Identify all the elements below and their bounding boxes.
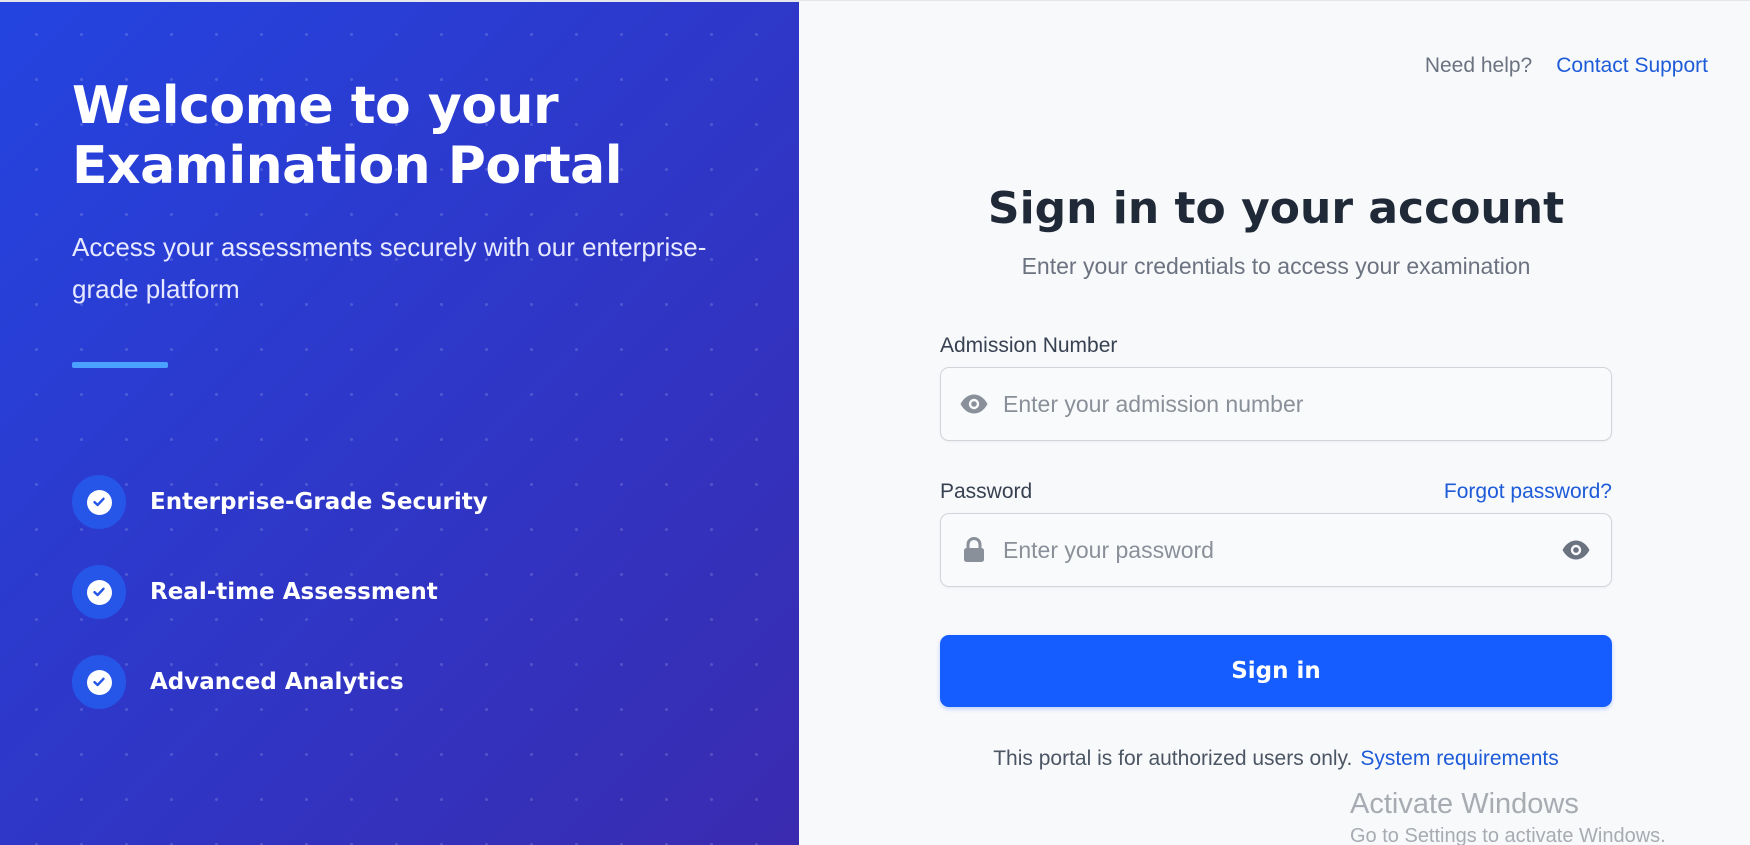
- feature-item: Advanced Analytics: [72, 655, 488, 709]
- admission-number-box: [940, 367, 1612, 441]
- eye-icon: [959, 389, 989, 419]
- check-circle-icon: [86, 489, 112, 515]
- footer-note: This portal is for authorized users only…: [940, 747, 1612, 771]
- feature-badge: [72, 565, 126, 619]
- hero-content: Welcome to your Examination Portal Acces…: [72, 76, 739, 368]
- feature-item: Real-time Assessment: [72, 565, 488, 619]
- feature-label: Advanced Analytics: [150, 669, 404, 695]
- feature-label: Enterprise-Grade Security: [150, 489, 488, 515]
- admission-number-input[interactable]: [989, 368, 1611, 440]
- footer-text: This portal is for authorized users only…: [993, 747, 1353, 770]
- login-page: Welcome to your Examination Portal Acces…: [0, 0, 1750, 845]
- form-panel: Need help? Contact Support Sign in to yo…: [799, 0, 1750, 845]
- feature-item: Enterprise-Grade Security: [72, 475, 488, 529]
- help-bar: Need help? Contact Support: [1425, 54, 1708, 78]
- watermark-subtitle: Go to Settings to activate Windows.: [1350, 825, 1666, 845]
- password-input[interactable]: [989, 514, 1559, 586]
- show-password-eye-icon[interactable]: [1559, 533, 1593, 567]
- form-title: Sign in to your account: [987, 183, 1565, 234]
- form-subtitle: Enter your credentials to access your ex…: [1021, 253, 1531, 279]
- help-text: Need help?: [1424, 54, 1533, 77]
- hero-divider: [72, 362, 168, 368]
- forgot-password-link[interactable]: Forgot password?: [1444, 480, 1612, 504]
- activate-windows-watermark: Activate Windows Go to Settings to activ…: [1350, 787, 1666, 845]
- hero-panel: Welcome to your Examination Portal Acces…: [0, 0, 799, 845]
- hero-subtitle: Access your assessments securely with ou…: [72, 232, 707, 304]
- check-circle-icon: [86, 579, 112, 605]
- feature-badge: [72, 655, 126, 709]
- feature-label: Real-time Assessment: [150, 579, 438, 605]
- password-box: [940, 513, 1612, 587]
- password-label: Password: [940, 480, 1033, 503]
- lock-icon: [959, 535, 989, 565]
- admission-number-label: Admission Number: [940, 334, 1118, 357]
- signin-button[interactable]: Sign in: [940, 635, 1612, 707]
- hero-title: Welcome to your Examination Portal: [72, 76, 623, 196]
- check-circle-icon: [86, 669, 112, 695]
- feature-list: Enterprise-Grade Security Real-time Asse…: [72, 475, 488, 745]
- contact-support-link[interactable]: Contact Support: [1556, 54, 1708, 78]
- feature-badge: [72, 475, 126, 529]
- watermark-title: Activate Windows: [1350, 788, 1579, 820]
- system-requirements-link[interactable]: System requirements: [1360, 747, 1558, 770]
